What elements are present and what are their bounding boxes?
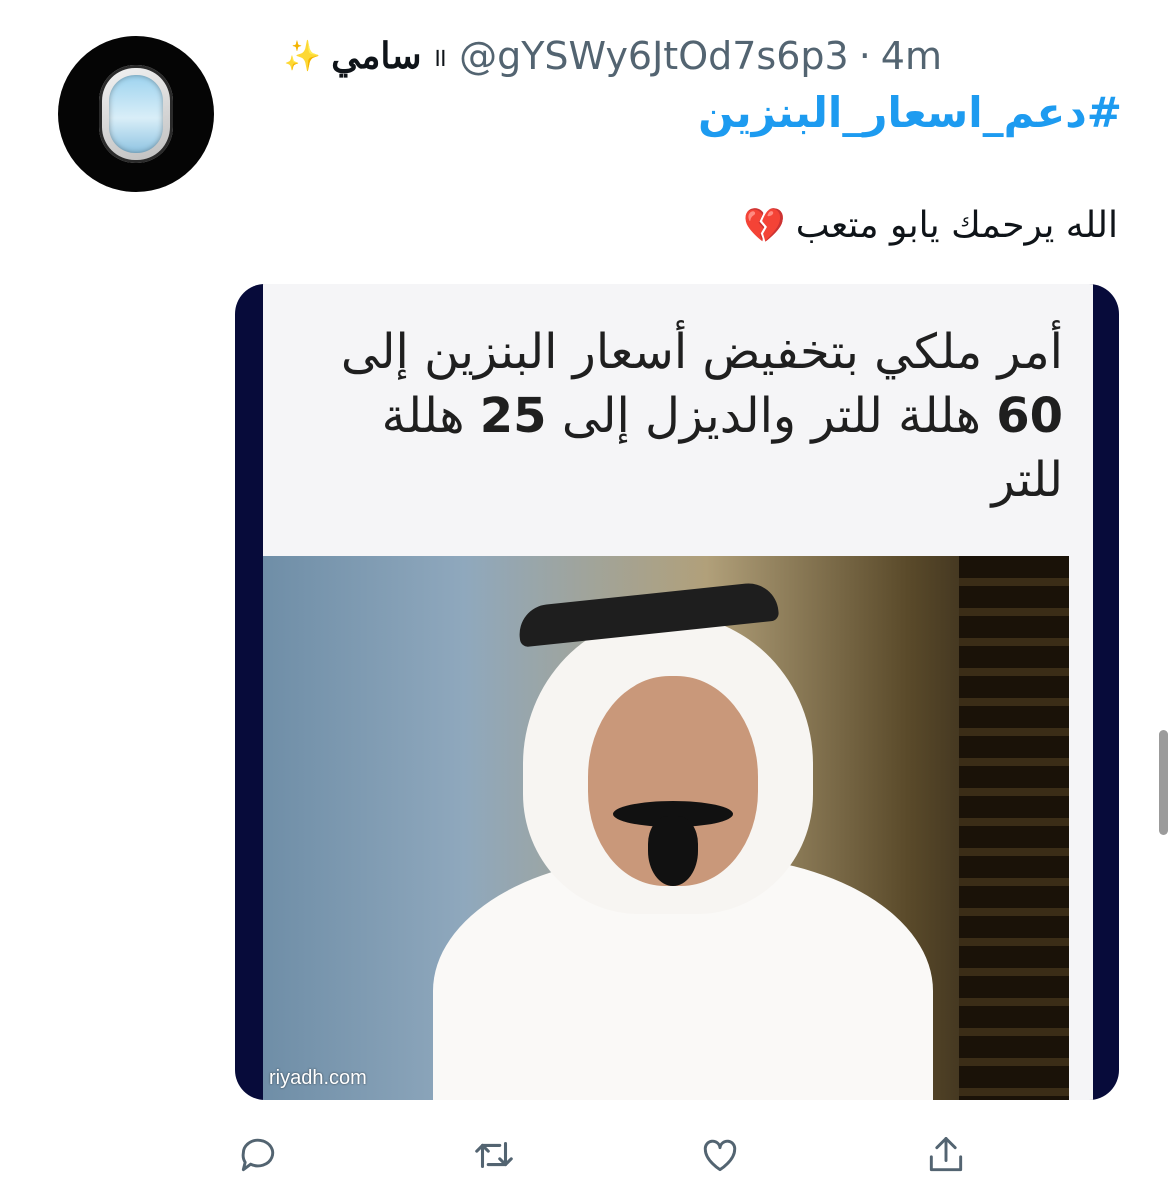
image-watermark: riyadh.com: [269, 1067, 367, 1089]
like-icon: [703, 1139, 737, 1172]
retweet-icon: [475, 1141, 513, 1169]
headline-line-2: 60 هللة للتر والديزل إلى 25 هللة: [303, 384, 1063, 448]
share-button[interactable]: [916, 1125, 976, 1185]
tweet-text: الله يرحمك يابو متعب 💔: [743, 205, 1118, 246]
header-separator: ·: [858, 34, 871, 78]
article-headline: أمر ملكي بتخفيض أسعار البنزين إلى 60 هلل…: [303, 320, 1063, 512]
tweet-time[interactable]: 4m: [881, 34, 942, 78]
beard: [648, 816, 698, 886]
headline-price-petrol: 60: [996, 388, 1063, 444]
avatar[interactable]: [58, 36, 214, 192]
hashtag-link[interactable]: #دعم_اسعار_البنزين: [698, 88, 1122, 137]
media-card[interactable]: أمر ملكي بتخفيض أسعار البنزين إلى 60 هلل…: [235, 284, 1119, 1100]
headline-price-diesel: 25: [479, 388, 547, 444]
tweet-header: ✨ سامي ॥ @gYSWy6JtOd7s6p3 · 4m: [276, 28, 942, 84]
scrollbar[interactable]: [1159, 730, 1168, 835]
display-name-mark: ॥: [431, 43, 448, 73]
tweet-text-body: الله يرحمك يابو متعب: [795, 205, 1118, 246]
headline-line-3: للتر: [991, 452, 1063, 508]
like-button[interactable]: [690, 1125, 750, 1185]
tweet-actions: [0, 1125, 1176, 1185]
headline-line-2-mid: هللة للتر والديزل إلى: [561, 388, 981, 444]
calligraphy-panel: [959, 556, 1069, 1100]
broken-heart-icon: 💔: [743, 205, 786, 246]
display-name[interactable]: سامي: [331, 35, 421, 77]
reply-button[interactable]: [228, 1125, 288, 1185]
retweet-button[interactable]: [464, 1125, 524, 1185]
sparkles-icon: ✨: [283, 38, 322, 74]
airplane-window-icon: [99, 65, 173, 163]
share-icon: [929, 1137, 963, 1172]
airplane-window-glass: [109, 75, 163, 153]
reply-icon: [241, 1138, 275, 1172]
headline-line-1: أمر ملكي بتخفيض أسعار البنزين إلى: [340, 324, 1063, 380]
portrait-photo: riyadh.com: [263, 556, 1069, 1100]
user-handle[interactable]: @gYSWy6JtOd7s6p3: [459, 34, 849, 78]
media-image: أمر ملكي بتخفيض أسعار البنزين إلى 60 هلل…: [263, 284, 1093, 1100]
headline-line-2-end: هللة: [381, 388, 465, 444]
